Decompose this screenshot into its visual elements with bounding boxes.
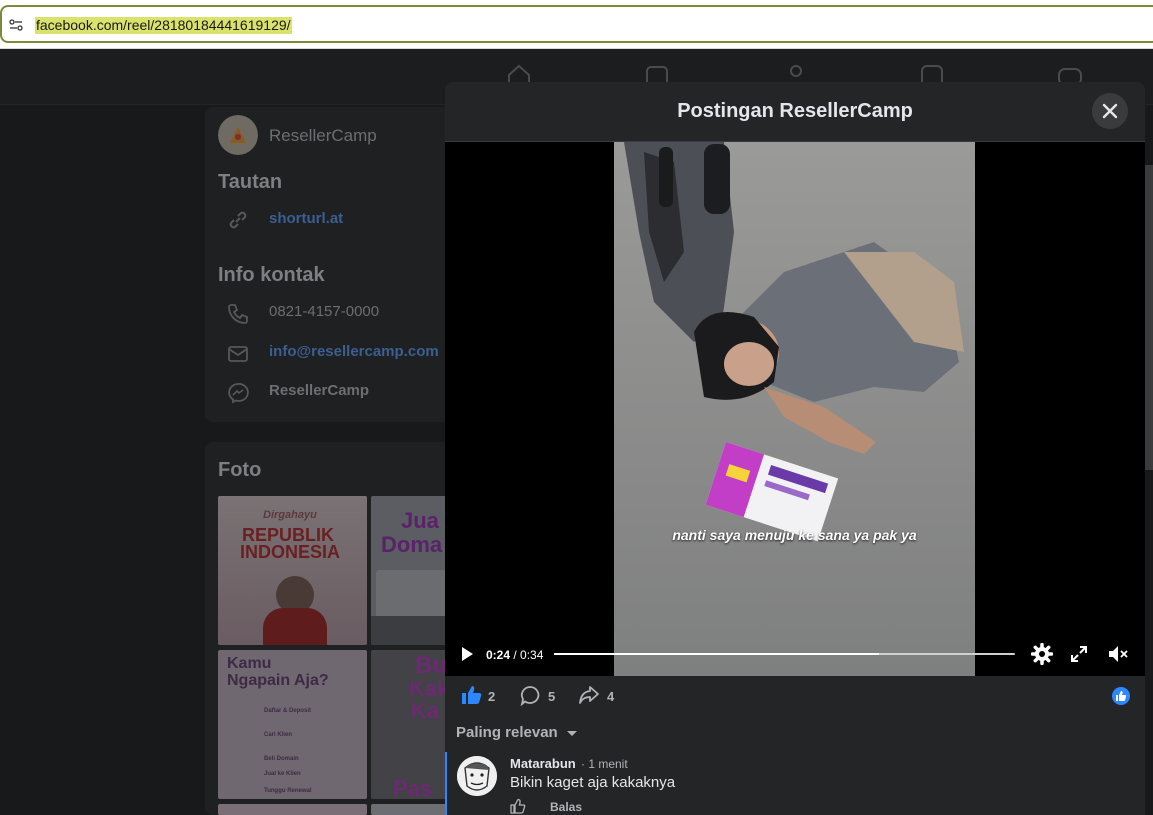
close-icon xyxy=(1102,103,1118,119)
reply-button[interactable]: Balas xyxy=(550,800,582,814)
browser-address-bar: facebook.com/reel/28180184441619129/ xyxy=(0,0,1153,49)
photo-tile-steps[interactable]: Kamu Ngapain Aja? Daftar & Deposit Cari … xyxy=(218,650,367,799)
contact-title: Info kontak xyxy=(218,264,325,286)
photos-title[interactable]: Foto xyxy=(218,459,261,482)
close-button[interactable] xyxy=(1092,93,1128,129)
resellercamp-logo-icon xyxy=(218,115,258,155)
video-progress-fill xyxy=(554,653,880,655)
comment-text: Bikin kaget aja kakaknya xyxy=(510,774,676,791)
video-still-image xyxy=(614,142,975,676)
comment-count[interactable]: 5 xyxy=(548,689,555,704)
post-modal: Postingan ResellerCamp nanti saya menuju… xyxy=(445,82,1145,815)
like-reaction-badge-icon[interactable] xyxy=(1112,687,1130,705)
comment-icon[interactable] xyxy=(520,685,541,706)
video-progress-bar[interactable] xyxy=(554,653,1015,655)
share-count[interactable]: 4 xyxy=(607,689,614,704)
caret-down-icon xyxy=(566,731,577,737)
sketch-face-avatar-icon xyxy=(457,756,497,796)
photo-tile-partial-1[interactable] xyxy=(218,804,367,815)
like-thumb-icon[interactable] xyxy=(461,684,483,706)
video-controls: 0:24 / 0:34 xyxy=(445,642,1145,676)
commenter-name[interactable]: Matarabun xyxy=(510,756,576,771)
messenger-icon xyxy=(228,383,249,404)
settings-gear-icon[interactable] xyxy=(1031,643,1053,665)
share-icon[interactable] xyxy=(578,685,600,705)
page-avatar[interactable] xyxy=(218,115,258,155)
url-field[interactable]: facebook.com/reel/28180184441619129/ xyxy=(0,5,1153,43)
muted-speaker-icon[interactable] xyxy=(1107,644,1129,664)
video-time: 0:24 / 0:34 xyxy=(486,648,544,662)
left-background xyxy=(0,105,205,815)
page-name[interactable]: ResellerCamp xyxy=(269,126,377,146)
url-text[interactable]: facebook.com/reel/28180184441619129/ xyxy=(35,17,292,34)
comment-time[interactable]: · 1 menit xyxy=(581,757,628,771)
comment-like-icon[interactable] xyxy=(510,798,526,814)
modal-title: Postingan ResellerCamp xyxy=(677,100,913,122)
sort-label: Paling relevan xyxy=(456,724,558,741)
photo-tile-independence[interactable]: Dirgahayu REPUBLIK INDONESIA xyxy=(218,496,367,645)
phone-icon xyxy=(228,304,248,324)
video-player[interactable]: nanti saya menuju ke sana ya pak ya 0:24… xyxy=(445,142,1145,676)
photo-tile-domain[interactable]: Jua Doma xyxy=(371,496,447,645)
comment-thread-line xyxy=(445,752,447,815)
play-icon[interactable] xyxy=(459,646,475,662)
comment-sort-dropdown[interactable]: Paling relevan xyxy=(456,724,578,741)
video-frame: nanti saya menuju ke sana ya pak ya xyxy=(614,142,975,676)
site-settings-icon[interactable] xyxy=(9,19,23,31)
commenter-avatar[interactable] xyxy=(457,756,497,796)
photo-tile-partial-2[interactable] xyxy=(371,804,447,815)
email-link[interactable]: info@resellercamp.com xyxy=(269,343,439,360)
phone-number: 0821-4157-0000 xyxy=(269,303,380,320)
messenger-name[interactable]: ResellerCamp xyxy=(269,382,369,399)
reaction-bar: 2 5 4 xyxy=(445,676,1145,716)
modal-header: Postingan ResellerCamp xyxy=(445,82,1145,142)
video-caption: nanti saya menuju ke sana ya pak ya xyxy=(672,527,917,543)
link-text[interactable]: shorturl.at xyxy=(269,210,343,227)
fullscreen-icon[interactable] xyxy=(1070,645,1088,663)
page-scrollbar[interactable] xyxy=(1145,165,1153,470)
photo-tile-business[interactable]: Bu Kak Ka Pas xyxy=(371,650,447,799)
comment-item: Matarabun · 1 menit Bikin kaget aja kaka… xyxy=(445,752,1145,815)
email-icon xyxy=(228,346,248,362)
like-count[interactable]: 2 xyxy=(488,689,495,704)
link-icon xyxy=(229,211,247,229)
links-title: Tautan xyxy=(218,171,283,193)
